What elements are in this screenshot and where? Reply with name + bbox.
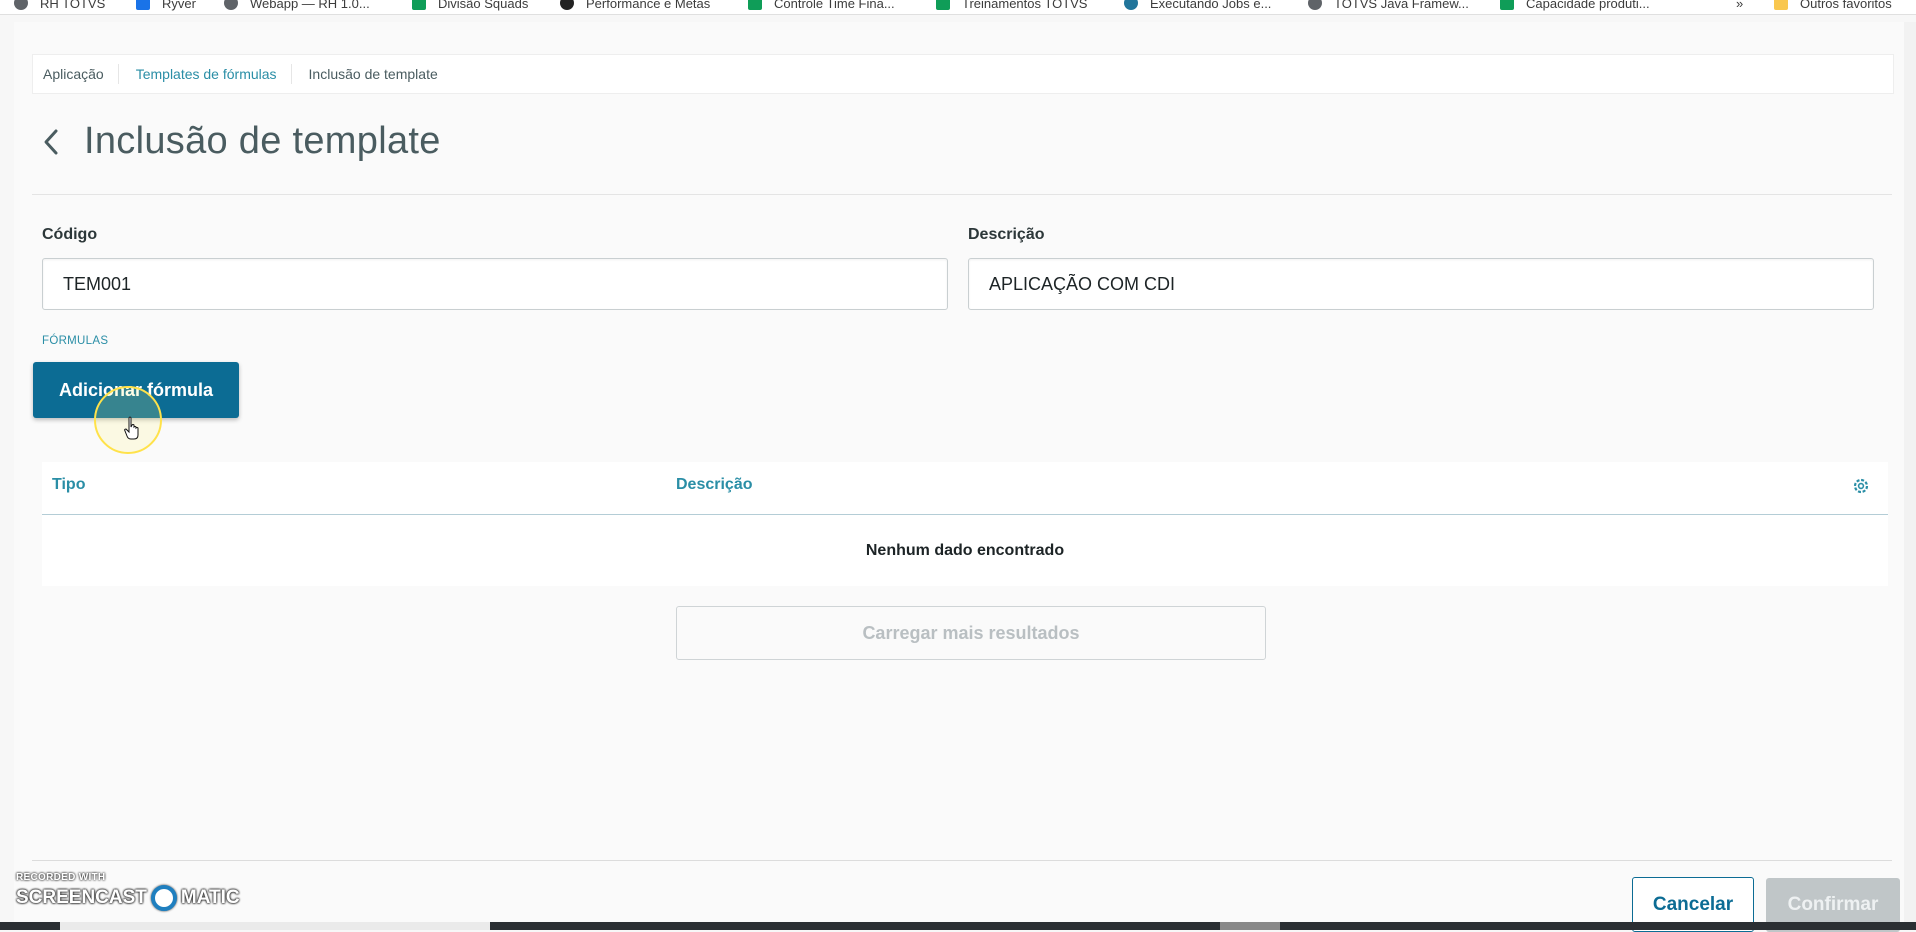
- bookmarks-bar: RH TOTVS Ryver Webapp — RH 1.0... Divisã…: [0, 0, 1916, 15]
- descricao-field[interactable]: [968, 258, 1874, 310]
- folder-icon: [1774, 0, 1788, 10]
- bookmark-executando-jobs[interactable]: Executando Jobs e...: [1124, 0, 1271, 12]
- chrome-icon: [224, 0, 238, 10]
- bookmark-label: Webapp — RH 1.0...: [250, 0, 370, 11]
- github-icon: [560, 0, 574, 10]
- sheets-icon: [1500, 0, 1514, 10]
- bookmark-label: Executando Jobs e...: [1150, 0, 1272, 11]
- chrome-icon: [14, 0, 28, 10]
- bookmark-outros-favoritos[interactable]: Outros favoritos: [1774, 0, 1892, 12]
- taskbar: [0, 922, 1916, 930]
- bookmark-label: Outros favoritos: [1800, 0, 1892, 11]
- main-panel: Aplicação Templates de fórmulas Inclusão…: [14, 22, 1904, 932]
- ryver-icon: [136, 0, 150, 10]
- bookmarks-overflow-button[interactable]: »: [1736, 0, 1743, 12]
- hand-cursor-icon: [124, 416, 139, 440]
- bookmark-totvs-java[interactable]: TOTVS Java Framew...: [1308, 0, 1469, 12]
- load-more-button[interactable]: Carregar mais resultados: [676, 606, 1266, 660]
- page-header: Inclusão de template: [42, 120, 441, 163]
- chevron-left-icon[interactable]: [42, 125, 68, 159]
- breadcrumb-item-templates[interactable]: Templates de fórmulas: [117, 64, 293, 84]
- bookmark-treinamentos[interactable]: Treinamentos TOTVS: [936, 0, 1087, 12]
- descricao-label: Descrição: [968, 226, 1045, 243]
- bookmark-label: Ryver: [162, 0, 196, 11]
- formulas-table: Tipo Descrição Nenhum dado encontrado: [42, 462, 1888, 586]
- bookmark-performance[interactable]: Performance e Metas: [560, 0, 710, 12]
- bookmark-divisao-squads[interactable]: Divisão Squads: [412, 0, 528, 12]
- sheets-icon: [412, 0, 426, 10]
- page-title: Inclusão de template: [84, 120, 441, 162]
- screencast-logo-icon: [150, 885, 177, 911]
- bookmark-capacidade[interactable]: Capacidade produti...: [1500, 0, 1650, 12]
- table-empty-message: Nenhum dado encontrado: [865, 542, 1065, 559]
- header-divider: [32, 194, 1892, 195]
- column-header-descricao[interactable]: Descrição: [676, 476, 753, 494]
- bookmark-label: Performance e Metas: [586, 0, 711, 11]
- watermark-left-text: SCREENCAST: [16, 887, 147, 908]
- bookmark-label: Treinamentos TOTVS: [962, 0, 1088, 11]
- bookmark-ryver[interactable]: Ryver: [136, 0, 196, 12]
- watermark-right-text: MATIC: [180, 887, 240, 908]
- column-header-tipo[interactable]: Tipo: [52, 476, 85, 494]
- bookmark-label: »: [1736, 0, 1744, 11]
- bookmark-webapp[interactable]: Webapp — RH 1.0...: [224, 0, 370, 12]
- bookmark-label: RH TOTVS: [40, 0, 106, 11]
- formulas-section-label: FÓRMULAS: [42, 335, 109, 347]
- screencast-watermark: RECORDED WITH SCREENCAST MATIC: [16, 872, 240, 911]
- table-header-divider: [42, 514, 1888, 515]
- bookmark-label: Capacidade produti...: [1526, 0, 1650, 11]
- breadcrumb-item-current: Inclusão de template: [290, 64, 454, 84]
- codigo-field[interactable]: [42, 258, 948, 310]
- page-scrollbar[interactable]: [1904, 22, 1916, 922]
- bookmark-rh-totvs[interactable]: RH TOTVS: [14, 0, 105, 12]
- taskbar-segment: [60, 922, 490, 930]
- footer-divider: [32, 860, 1892, 861]
- chrome-icon: [1308, 0, 1322, 10]
- breadcrumb: Aplicação Templates de fórmulas Inclusão…: [32, 54, 1894, 94]
- codigo-label: Código: [42, 226, 98, 243]
- bookmark-label: TOTVS Java Framew...: [1334, 0, 1469, 11]
- bookmark-label: Divisão Squads: [438, 0, 529, 11]
- sheets-icon: [748, 0, 762, 10]
- taskbar-segment: [1220, 922, 1280, 930]
- breadcrumb-item-aplicacao[interactable]: Aplicação: [33, 66, 120, 82]
- sheets-icon: [936, 0, 950, 10]
- wordpress-icon: [1124, 0, 1138, 10]
- bookmark-controle-time[interactable]: Controle Time Fina...: [748, 0, 895, 12]
- gear-icon[interactable]: [1852, 477, 1870, 495]
- watermark-top-text: RECORDED WITH: [16, 872, 106, 883]
- bookmark-label: Controle Time Fina...: [774, 0, 895, 11]
